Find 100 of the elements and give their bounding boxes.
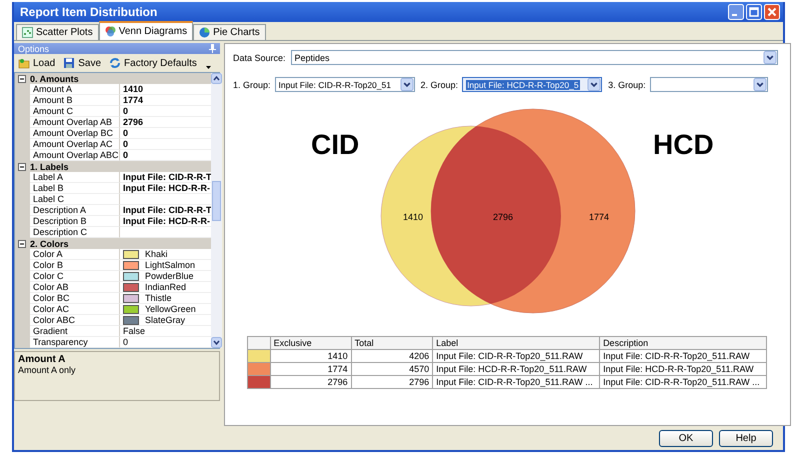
property-name[interactable]: Description A [30, 205, 120, 216]
property-value[interactable]: 0 [123, 139, 128, 149]
toolbar-button[interactable]: Load [18, 57, 56, 69]
toolbar-button[interactable]: Save [63, 57, 102, 69]
table-cell: Input File: CID-R-R-Top20_511.RAW [600, 350, 766, 362]
table-cell: 2796 [270, 376, 352, 388]
property-value[interactable]: 1410 [123, 84, 144, 94]
table-cell: Input File: CID-R-R-Top20_511.RAW [432, 350, 600, 362]
property-value[interactable]: PowderBlue [145, 271, 194, 281]
property-name[interactable]: Amount B [30, 95, 120, 106]
column-header[interactable]: Total [351, 336, 433, 350]
table-cell: Input File: HCD-R-R-Top20_511.RAW [432, 362, 600, 376]
table-cell: Input File: CID-R-R-Top20_511.RAW ... [600, 376, 766, 388]
property-name[interactable]: Transparency [30, 337, 120, 348]
property-name[interactable]: Color ABC [30, 315, 120, 326]
property-name[interactable]: Amount Overlap AC [30, 139, 120, 150]
group-dropdown[interactable]: Input File: CID-R-R-Top20_51 [274, 77, 415, 92]
dialog-button[interactable]: Help [719, 430, 773, 446]
property-value[interactable]: Input File: HCD-R-R- [123, 216, 210, 226]
property-name[interactable]: Color BC [30, 293, 120, 304]
category-header[interactable]: 2. Colors [15, 238, 212, 249]
tab[interactable]: Scatter Plots [16, 24, 99, 40]
help-title: Amount A [18, 354, 66, 365]
property-name[interactable]: Color AB [30, 282, 120, 293]
table-cell: 1774 [270, 362, 352, 376]
group-dropdown[interactable]: Input File: HCD-R-R-Top20_5 [462, 77, 602, 92]
toolbar-button[interactable]: Factory Defaults [109, 57, 197, 69]
scatter-plot-icon [22, 27, 33, 38]
property-value[interactable]: 0 [123, 106, 128, 116]
property-value[interactable]: 0 [123, 150, 128, 160]
refresh-icon [109, 57, 122, 69]
property-value[interactable]: 0 [123, 128, 128, 138]
set-title: HCD [653, 129, 714, 160]
category-header[interactable]: 0. Amounts [15, 73, 212, 84]
property-value[interactable]: 0 [123, 337, 128, 347]
minimize-button[interactable] [728, 4, 744, 20]
table-cell: 2796 [351, 376, 433, 388]
close-button[interactable] [764, 4, 780, 20]
table-cell: Input File: CID-R-R-Top20_511.RAW ... [432, 376, 600, 388]
collapse-icon[interactable] [18, 162, 26, 170]
category-title: 2. Colors [30, 238, 69, 248]
count-label: 1774 [589, 212, 610, 222]
field-label: 1. Group: [233, 80, 271, 90]
property-name[interactable]: Label A [30, 172, 120, 183]
field-label: 2. Group: [420, 80, 458, 90]
category-title: 0. Amounts [30, 74, 79, 84]
property-name[interactable]: Color A [30, 249, 120, 260]
property-name[interactable]: Color C [30, 271, 120, 282]
property-name[interactable]: Amount A [30, 84, 120, 95]
property-value[interactable]: Khaki [145, 249, 168, 259]
save-icon [63, 57, 76, 69]
property-name[interactable]: Label B [30, 183, 120, 194]
count-label: 2796 [493, 212, 514, 222]
property-name[interactable]: Description B [30, 216, 120, 227]
data-source-dropdown[interactable]: Peptides [290, 50, 778, 65]
pin-icon[interactable] [209, 44, 216, 53]
property-value[interactable]: Input File: HCD-R-R- [123, 183, 210, 193]
property-value[interactable]: LightSalmon [145, 260, 196, 270]
property-name[interactable]: Amount Overlap BC [30, 128, 120, 139]
column-header[interactable]: Exclusive [270, 336, 352, 350]
property-value[interactable]: 2796 [123, 117, 144, 127]
scroll-down-icon[interactable] [211, 337, 222, 348]
scrollbar-thumb[interactable] [212, 180, 222, 220]
table-cell: Input File: HCD-R-R-Top20_511.RAW [600, 362, 766, 376]
window-title: Report Item Distribution [20, 5, 158, 19]
category-header[interactable]: 1. Labels [15, 161, 212, 172]
property-name[interactable]: Label C [30, 194, 120, 205]
property-value[interactable]: SlateGray [145, 315, 186, 325]
help-text: Amount A only [18, 365, 77, 375]
scroll-up-icon[interactable] [211, 73, 222, 84]
property-name[interactable]: Amount Overlap AB [30, 117, 120, 128]
property-value[interactable]: Thistle [145, 293, 172, 303]
category-title: 1. Labels [30, 162, 69, 172]
tab[interactable]: Pie Charts [193, 24, 266, 40]
property-value[interactable]: False [123, 326, 146, 336]
venn-icon [104, 26, 116, 37]
property-name[interactable]: Color B [30, 260, 120, 271]
property-value[interactable]: YellowGreen [145, 304, 196, 314]
folder-icon [18, 57, 30, 69]
count-label: 1410 [403, 212, 424, 222]
property-value[interactable]: IndianRed [145, 282, 186, 292]
property-name[interactable]: Color AC [30, 304, 120, 315]
table-cell: 4206 [351, 350, 433, 362]
pie-chart-icon [199, 27, 210, 38]
collapse-icon[interactable] [18, 74, 26, 82]
property-value[interactable]: Input File: CID-R-R-T [123, 205, 212, 215]
column-header[interactable]: Description [600, 336, 766, 350]
field-label: Data Source: [233, 52, 286, 62]
property-name[interactable]: Gradient [30, 326, 120, 337]
set-title: CID [311, 129, 360, 160]
collapse-icon[interactable] [18, 240, 26, 248]
maximize-button[interactable] [746, 4, 762, 20]
field-label: 3. Group: [608, 80, 646, 90]
column-header[interactable]: Label [432, 336, 600, 350]
property-value[interactable]: 1774 [123, 95, 144, 105]
tab[interactable]: Venn Diagrams [98, 21, 194, 40]
dialog-button[interactable]: OK [659, 430, 713, 446]
property-name[interactable]: Amount C [30, 106, 120, 117]
property-value[interactable]: Input File: CID-R-R-T [123, 172, 212, 182]
panel-title: Options [18, 44, 50, 54]
